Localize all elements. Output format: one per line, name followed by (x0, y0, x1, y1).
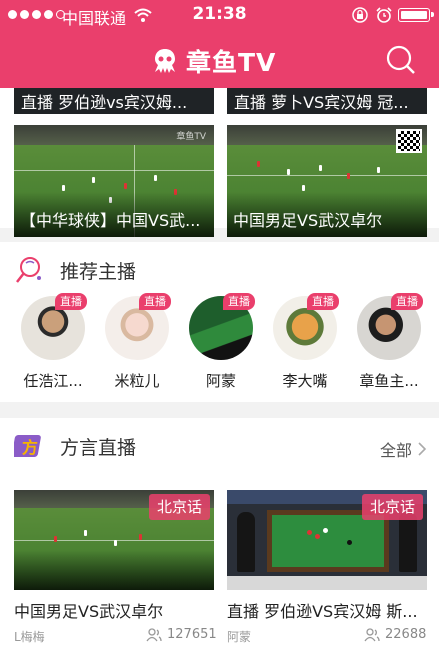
section-header: 推荐主播 (0, 242, 439, 296)
see-all-link[interactable]: 全部 (380, 437, 427, 461)
live-card[interactable]: 中国男足VS武汉卓尔 (227, 125, 427, 237)
section-title: 方言直播 (60, 437, 137, 459)
app-screen: 中国联通 21:38 章鱼TV 直播 罗伯逊vs宾汉姆... 直播 萝卜VS宾汉… (0, 0, 439, 666)
viewers-icon (146, 627, 162, 641)
anchor-name: 章鱼主... (359, 372, 419, 390)
qr-code-icon (396, 129, 422, 153)
lock-icon (352, 7, 368, 23)
recommended-anchors-section: 推荐主播 直播 任浩江... 直播 米粒儿 直播 阿蒙 直播 李大嘴 直播 章鱼… (0, 242, 439, 402)
anchor-item[interactable]: 直播 阿蒙 (177, 293, 265, 396)
viewer-count: 22688 (364, 627, 426, 642)
anchor-item[interactable]: 直播 李大嘴 (261, 293, 349, 396)
anchor-item[interactable]: 直播 米粒儿 (93, 293, 181, 396)
section-title: 推荐主播 (60, 261, 137, 283)
viewer-count-value: 127651 (167, 627, 217, 642)
anchor-item[interactable]: 直播 任浩江... (9, 293, 97, 396)
dialect-live-section: 方 方言直播 全部 北京话 中国男足VS武汉卓尔 L梅梅 127651 北京话 … (0, 418, 439, 666)
card-title: 直播 罗伯逊VS宾汉姆 斯... (227, 602, 418, 621)
live-badge: 直播 (139, 293, 171, 310)
live-row-top: 直播 罗伯逊vs宾汉姆... 直播 萝卜VS宾汉姆 冠... (0, 88, 439, 114)
streamer-name: L梅梅 (14, 630, 45, 644)
dialect-tag: 北京话 (148, 494, 210, 520)
stream-thumbnail: 北京话 (14, 490, 214, 590)
app-logo: 章鱼TV (150, 44, 276, 78)
live-card-title: 【中华球侠】中国VS武... (20, 211, 201, 230)
live-card-title: 直播 罗伯逊vs宾汉姆... (21, 93, 188, 112)
live-badge: 直播 (223, 293, 255, 310)
card-title: 中国男足VS武汉卓尔 (14, 602, 164, 621)
live-badge: 直播 (391, 293, 423, 310)
streamer-name: 阿蒙 (227, 630, 252, 644)
app-header: 中国联通 21:38 章鱼TV (0, 0, 439, 88)
section-header: 方 方言直播 全部 (0, 418, 439, 472)
chevron-right-icon (418, 442, 427, 456)
status-bar: 中国联通 21:38 (0, 0, 439, 30)
anchor-name: 阿蒙 (205, 372, 236, 390)
battery-icon (398, 8, 434, 22)
live-badge: 直播 (307, 293, 339, 310)
viewer-count: 127651 (146, 627, 217, 642)
logo-text: 章鱼TV (186, 48, 277, 77)
live-row: 章鱼TV 【中华球侠】中国VS武... 中国男足VS武汉卓尔 (0, 114, 439, 237)
live-badge: 直播 (55, 293, 87, 310)
live-card-strip[interactable]: 直播 罗伯逊vs宾汉姆... (14, 88, 214, 114)
live-card-title: 直播 萝卜VS宾汉姆 冠... (234, 93, 409, 112)
live-card[interactable]: 章鱼TV 【中华球侠】中国VS武... (14, 125, 214, 237)
status-time: 21:38 (192, 4, 247, 24)
dialect-icon: 方 (14, 435, 41, 457)
svg-text:方: 方 (22, 438, 38, 457)
live-card-strip[interactable]: 直播 萝卜VS宾汉姆 冠... (227, 88, 427, 114)
anchor-name: 米粒儿 (114, 372, 160, 390)
octopus-logo-icon (155, 49, 175, 73)
microphone-icon (16, 257, 41, 283)
search-icon[interactable] (384, 44, 416, 76)
viewers-icon (364, 627, 380, 641)
stream-thumbnail: 北京话 (227, 490, 427, 590)
anchor-name: 李大嘴 (282, 372, 328, 390)
see-all-label: 全部 (379, 441, 412, 460)
live-card-title: 中国男足VS武汉卓尔 (233, 211, 383, 230)
dialect-tag: 北京话 (361, 494, 423, 520)
alarm-icon (376, 7, 392, 23)
viewer-count-value: 22688 (385, 627, 427, 642)
anchor-item[interactable]: 直播 章鱼主... (345, 293, 433, 396)
anchor-name: 任浩江... (23, 372, 83, 390)
